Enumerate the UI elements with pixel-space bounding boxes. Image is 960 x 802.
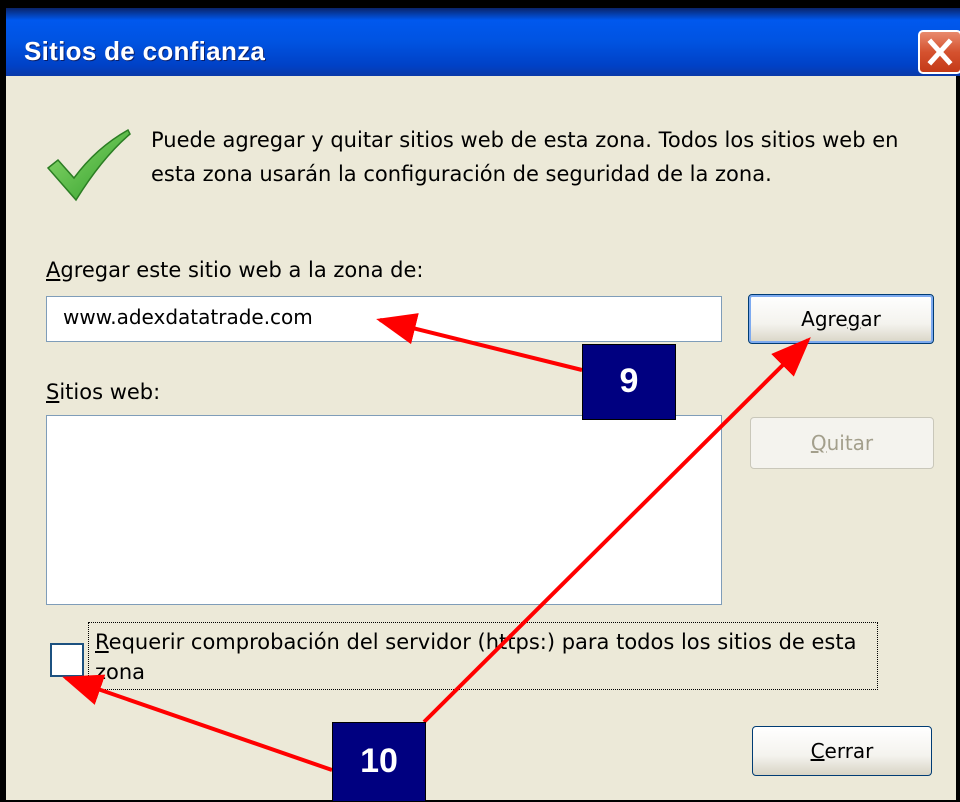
window-title: Sitios de confianza (24, 36, 266, 66)
https-checkbox-label[interactable]: Requerir comprobación del servidor (http… (88, 622, 878, 690)
remove-button[interactable]: Quitar (750, 417, 934, 469)
websites-label: Sitios web: (46, 380, 161, 404)
title-bar[interactable]: Sitios de confianza (6, 8, 960, 76)
https-checkbox[interactable] (50, 643, 84, 677)
close-window-button[interactable] (918, 30, 960, 74)
dialog-body: Puede agregar y quitar sitios web de est… (6, 76, 956, 800)
green-check-icon (46, 128, 131, 202)
add-button[interactable]: Agregar (748, 294, 934, 344)
site-url-value: www.adexdatatrade.com (63, 305, 313, 329)
close-icon (927, 38, 953, 66)
add-site-label: Agregar este sitio web a la zona de: (46, 258, 424, 282)
zone-description: Puede agregar y quitar sitios web de est… (151, 128, 899, 186)
websites-list[interactable] (46, 415, 722, 605)
dialog-window: Sitios de confianza Puede agregar y quit… (0, 0, 960, 802)
close-button[interactable]: Cerrar (752, 726, 932, 776)
step-9-badge: 9 (582, 344, 676, 420)
step-10-badge: 10 (332, 722, 426, 802)
site-url-input[interactable]: www.adexdatatrade.com (46, 296, 722, 342)
